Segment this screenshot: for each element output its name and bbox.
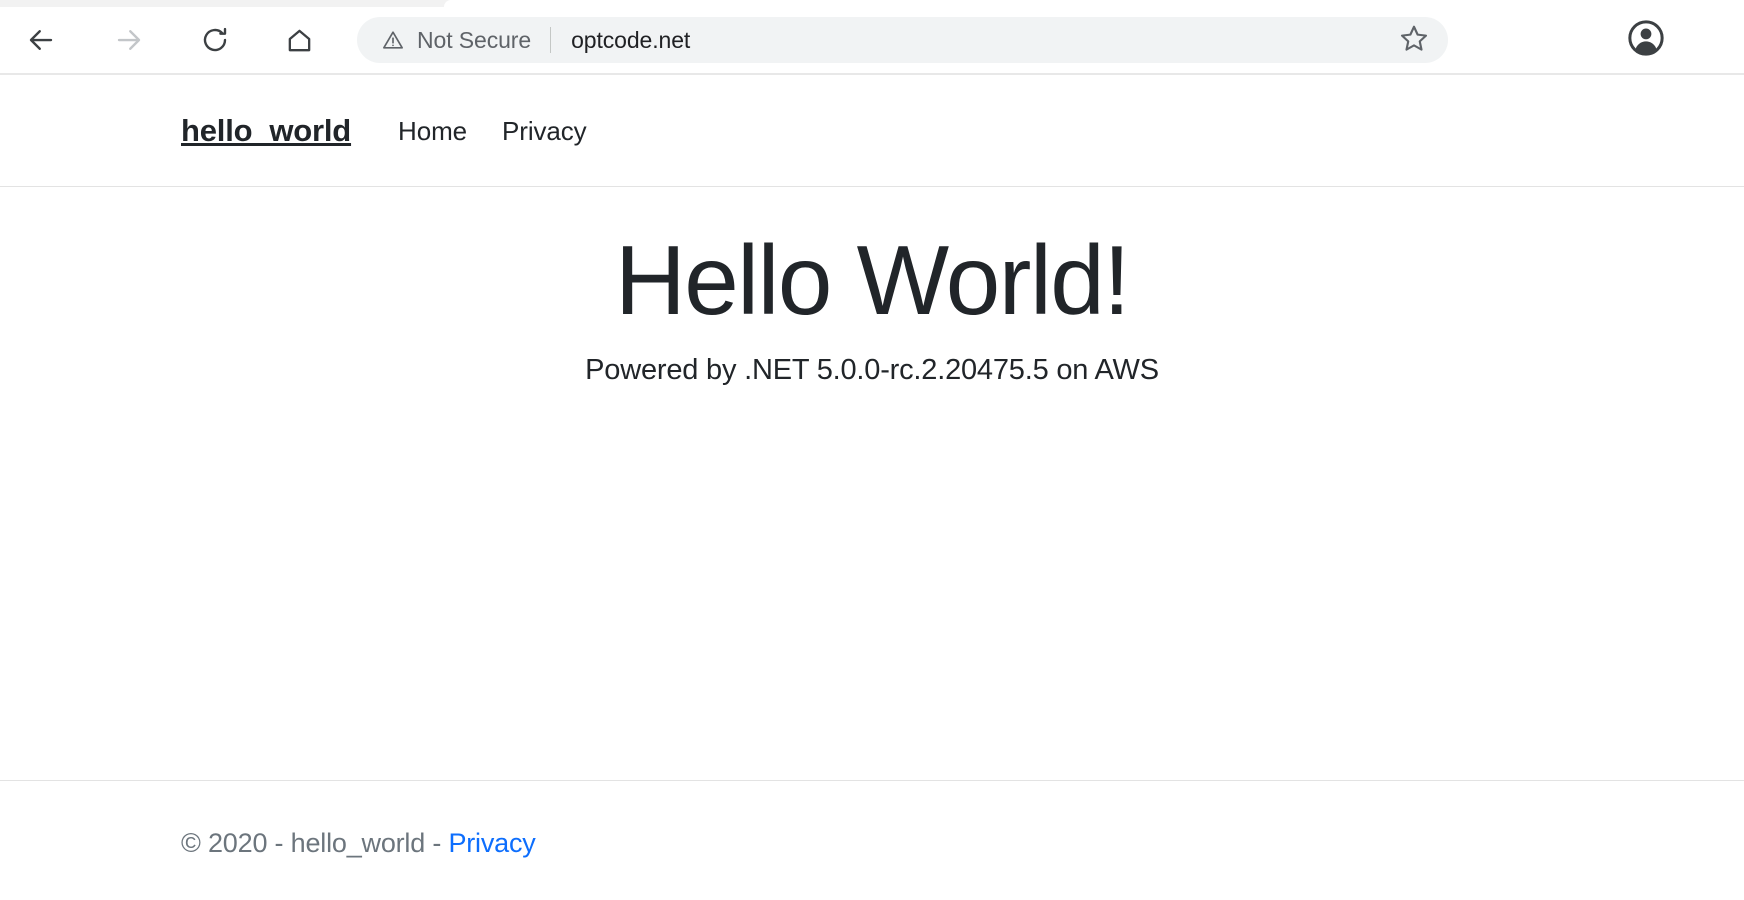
- browser-toolbar: Not Secure optcode.net: [0, 7, 1744, 73]
- reload-button[interactable]: [190, 15, 240, 65]
- home-button[interactable]: [274, 15, 324, 65]
- site-footer: © 2020 - hello_world - Privacy: [0, 780, 1744, 900]
- reload-icon: [200, 25, 230, 55]
- tab-strip: [0, 0, 1744, 7]
- forward-button: [104, 15, 154, 65]
- security-status-label: Not Secure: [417, 26, 532, 53]
- not-secure-warning-icon: [382, 29, 404, 51]
- main-content: Hello World! Powered by .NET 5.0.0-rc.2.…: [0, 187, 1744, 779]
- page-viewport: hello_world Home Privacy Hello World! Po…: [0, 75, 1744, 900]
- page-subtitle: Powered by .NET 5.0.0-rc.2.20475.5 on AW…: [585, 353, 1159, 386]
- account-avatar-icon: [1627, 19, 1665, 62]
- bookmark-star-button[interactable]: [1396, 22, 1432, 58]
- footer-text: © 2020 - hello_world - Privacy: [181, 828, 536, 859]
- back-button[interactable]: [16, 15, 66, 65]
- active-tab-edge: [444, 0, 1744, 7]
- brand-link[interactable]: hello_world: [181, 113, 351, 149]
- address-bar[interactable]: Not Secure optcode.net: [357, 17, 1448, 63]
- star-outline-icon: [1399, 23, 1429, 58]
- site-navbar: hello_world Home Privacy: [0, 75, 1744, 187]
- url-text[interactable]: optcode.net: [571, 27, 690, 54]
- home-icon: [285, 26, 314, 55]
- profile-avatar-button[interactable]: [1625, 19, 1667, 61]
- nav-link-privacy[interactable]: Privacy: [502, 116, 587, 147]
- footer-copyright: © 2020 - hello_world -: [181, 828, 449, 858]
- navbar-inner: hello_world Home Privacy: [181, 75, 622, 187]
- browser-menu-button[interactable]: [1699, 19, 1735, 61]
- security-status-chip[interactable]: Not Secure: [382, 27, 531, 54]
- omnibox-divider: [550, 27, 552, 53]
- back-arrow-icon: [26, 25, 56, 55]
- footer-privacy-link[interactable]: Privacy: [448, 828, 535, 858]
- forward-arrow-icon: [114, 25, 144, 55]
- browser-chrome: Not Secure optcode.net: [0, 0, 1744, 75]
- page-title: Hello World!: [615, 225, 1130, 335]
- primary-nav: Home Privacy: [398, 116, 622, 147]
- nav-link-home[interactable]: Home: [398, 116, 467, 147]
